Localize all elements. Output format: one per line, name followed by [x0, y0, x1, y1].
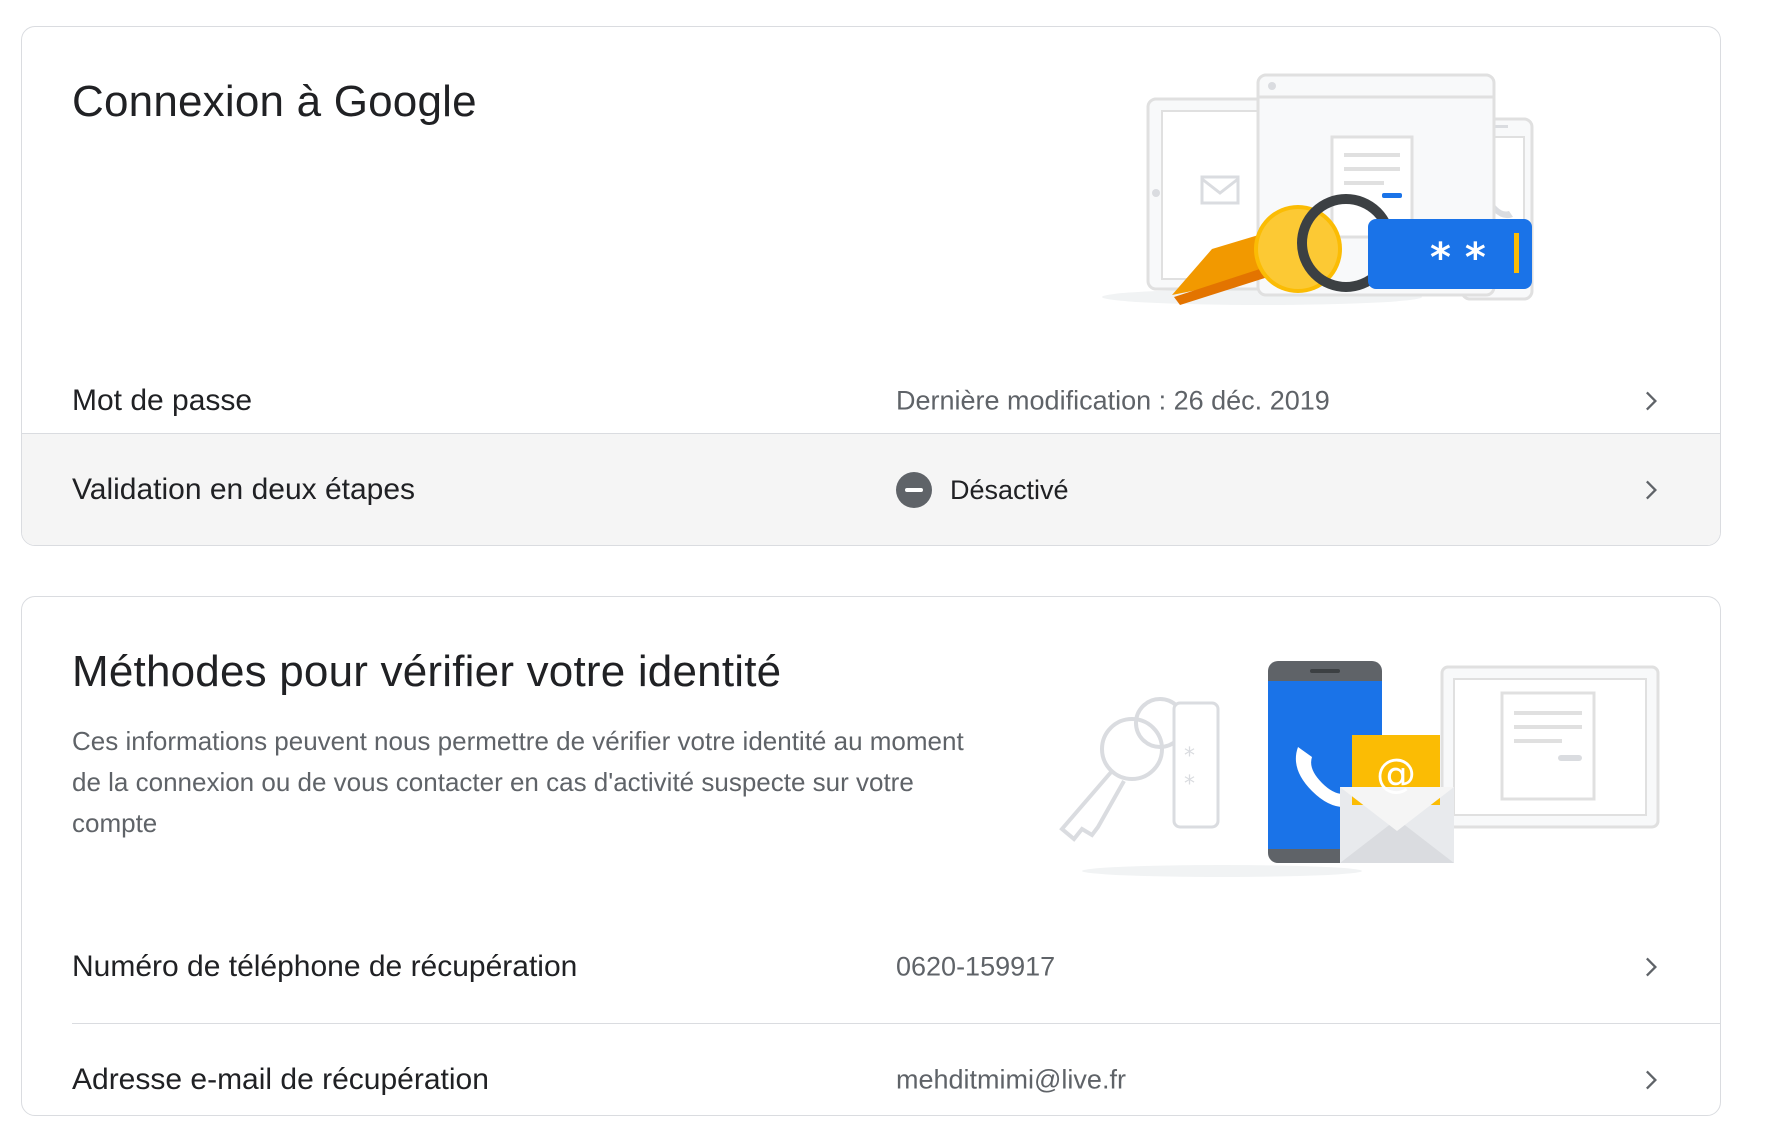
recovery-phone-row[interactable]: Numéro de téléphone de récupération 0620… [22, 911, 1720, 1023]
svg-text:*: * [1184, 772, 1195, 797]
recovery-phone-value: 0620-159917 [896, 951, 1056, 982]
signin-illustration: * * [1102, 73, 1534, 305]
identity-card-title: Méthodes pour vérifier votre identité [72, 647, 782, 696]
chevron-right-icon [1646, 391, 1657, 411]
two-step-verification-row[interactable]: Validation en deux étapes Désactivé [22, 433, 1720, 545]
svg-text:@: @ [1376, 751, 1416, 797]
recovery-email-value: mehditmimi@live.fr [896, 1064, 1126, 1095]
two-step-verification-status: Désactivé [896, 472, 1069, 508]
svg-text:*: * [1184, 744, 1195, 769]
identity-card-description: Ces informations peuvent nous permettre … [72, 726, 964, 838]
chevron-right-icon [1646, 480, 1657, 500]
chevron-right-icon [1646, 1070, 1657, 1090]
identity-illustration: * * @ [1059, 661, 1660, 877]
chevron-right-icon [1646, 957, 1657, 977]
two-step-verification-status-text: Désactivé [950, 474, 1069, 505]
two-step-verification-label: Validation en deux étapes [72, 473, 416, 506]
svg-text:* *: * * [1430, 235, 1486, 281]
signin-card-title: Connexion à Google [72, 77, 477, 126]
identity-card: Méthodes pour vérifier votre identité Ce… [21, 596, 1721, 1116]
recovery-email-row[interactable]: Adresse e-mail de récupération mehditmim… [72, 1023, 1720, 1115]
recovery-email-label: Adresse e-mail de récupération [72, 1063, 489, 1096]
recovery-phone-label: Numéro de téléphone de récupération [72, 950, 578, 983]
password-label: Mot de passe [72, 384, 253, 417]
signin-card: Connexion à Google * * Mot de passe Dern… [21, 26, 1721, 546]
minus-circle-icon [896, 472, 932, 508]
password-last-modified: Dernière modification : 26 déc. 2019 [896, 385, 1330, 416]
